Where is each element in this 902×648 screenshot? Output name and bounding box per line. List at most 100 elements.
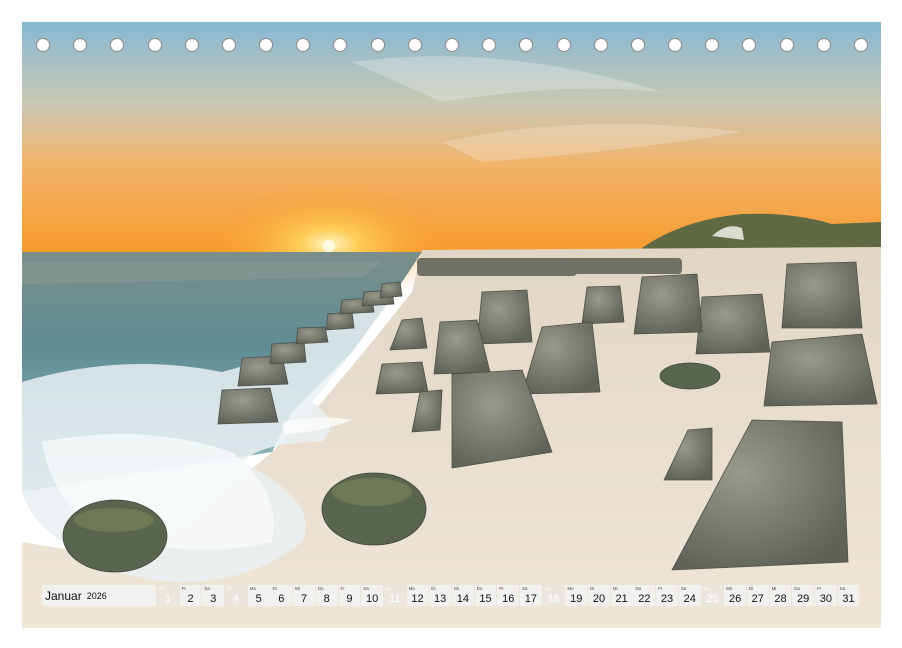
day-cell: Di 13 xyxy=(429,585,452,606)
day-cell: So 25 xyxy=(701,585,724,606)
day-number: 12 xyxy=(411,593,424,605)
binding-holes xyxy=(36,38,868,56)
weekday-abbr: So xyxy=(227,586,233,591)
day-number: 15 xyxy=(479,593,492,605)
binding-hole xyxy=(110,38,125,52)
weekday-abbr: So xyxy=(385,586,392,591)
weekday-abbr: Mo xyxy=(408,586,415,591)
day-cell: Sa 10 xyxy=(361,585,383,606)
binding-hole xyxy=(593,38,608,52)
day-cell: Do 8 xyxy=(315,585,338,606)
binding-hole xyxy=(259,38,274,52)
day-number: 28 xyxy=(774,593,787,605)
day-cell: Fr 9 xyxy=(338,585,361,606)
binding-hole xyxy=(556,38,571,52)
day-number: 23 xyxy=(660,593,674,605)
day-cell: Mi 14 xyxy=(451,585,474,606)
day-cell: Di 6 xyxy=(270,585,293,606)
day-number: 4 xyxy=(232,593,240,605)
weekday-abbr: Fr xyxy=(340,586,345,591)
day-number: 19 xyxy=(570,593,583,605)
day-cell: Fr 2 xyxy=(179,585,202,606)
day-cell: Fr 23 xyxy=(656,585,678,606)
weekday-abbr: Sa xyxy=(522,586,528,591)
day-cell: Di 20 xyxy=(588,585,610,606)
weekday-abbr: Sa xyxy=(839,586,846,591)
month-label-box: Januar 2026 xyxy=(42,585,156,606)
weekday-abbr: Mi xyxy=(771,586,777,591)
weekday-abbr: Do xyxy=(476,586,483,591)
day-number: 16 xyxy=(502,593,515,605)
binding-hole xyxy=(482,38,497,52)
binding-hole xyxy=(184,38,199,52)
day-cell: Do 15 xyxy=(474,585,497,606)
day-number: 24 xyxy=(683,593,696,605)
day-cell: Mi 28 xyxy=(769,585,792,606)
weekday-abbr: So xyxy=(544,586,551,591)
day-number: 11 xyxy=(389,593,401,605)
day-cell: Sa 24 xyxy=(678,585,701,606)
day-cell: Do 22 xyxy=(633,585,656,606)
day-cell: Mo 12 xyxy=(406,585,429,606)
weekday-abbr: Fr xyxy=(499,586,504,591)
day-number: 31 xyxy=(842,593,855,605)
binding-hole xyxy=(630,38,645,52)
binding-hole xyxy=(333,38,348,52)
weekday-abbr: Mo xyxy=(567,586,574,591)
day-cell: Do 29 xyxy=(792,585,815,606)
day-cell: Sa 17 xyxy=(520,585,542,606)
binding-hole xyxy=(73,38,88,52)
day-cell: Mo 19 xyxy=(565,585,588,606)
binding-hole xyxy=(816,38,831,52)
day-number: 8 xyxy=(323,593,330,605)
weekday-abbr: Mo xyxy=(726,586,733,591)
day-cell: Fr 30 xyxy=(814,585,837,606)
day-cell: So 11 xyxy=(383,585,406,606)
weekday-abbr: Fr xyxy=(816,586,822,591)
day-cell: Di 27 xyxy=(746,585,769,606)
day-cell: Mi 7 xyxy=(293,585,315,606)
weekday-abbr: Fr xyxy=(181,586,186,591)
day-cell: Mo 26 xyxy=(724,585,746,606)
binding-hole xyxy=(779,38,794,52)
day-cells: Do 1 Fr 2 Sa 3 So 4 Mo 5 Di 6 Mi 7 Do 8 Fr 9 Sa 10 So 11 Mo 12 D… xyxy=(157,585,860,606)
binding-hole xyxy=(742,38,757,52)
calendar-strip: Januar 2026 Do 1 Fr 2 Sa 3 So 4 Mo 5 Di 6 Mi 7 Do 8 Fr 9 S… xyxy=(42,585,860,606)
weekday-abbr: Di xyxy=(431,586,436,591)
binding-hole xyxy=(705,38,720,52)
day-number: 14 xyxy=(456,593,469,605)
day-cell: So 4 xyxy=(225,585,247,606)
weekday-abbr: Do xyxy=(635,586,642,591)
day-cell: Mi 21 xyxy=(610,585,633,606)
year: 2026 xyxy=(86,590,107,601)
day-number: 9 xyxy=(346,593,353,605)
weekday-abbr: Sa xyxy=(680,586,687,591)
binding-hole xyxy=(668,38,683,52)
weekday-abbr: Mo xyxy=(249,586,257,591)
weekday-abbr: Sa xyxy=(204,586,210,591)
binding-hole xyxy=(296,38,311,52)
binding-hole xyxy=(147,38,162,52)
month-name: Januar xyxy=(45,588,82,603)
day-number: 30 xyxy=(819,593,832,605)
day-cell: Sa 3 xyxy=(202,585,225,606)
day-number: 7 xyxy=(300,593,308,605)
binding-hole xyxy=(519,38,534,52)
binding-hole xyxy=(854,38,868,52)
day-cell: Mo 5 xyxy=(247,585,270,606)
weekday-abbr: Do xyxy=(794,586,801,591)
day-number: 13 xyxy=(434,593,447,605)
beach-sunset-photo xyxy=(22,22,881,628)
day-number: 26 xyxy=(728,593,742,605)
weekday-abbr: Di xyxy=(748,586,754,591)
day-number: 18 xyxy=(547,593,560,605)
binding-hole xyxy=(407,38,422,52)
day-number: 2 xyxy=(187,593,194,605)
day-cell: Sa 31 xyxy=(837,585,860,606)
weekday-abbr: Mi xyxy=(295,586,300,591)
day-number: 29 xyxy=(797,593,810,605)
weekday-abbr: Di xyxy=(590,586,595,591)
binding-hole xyxy=(36,38,50,52)
day-cell: Fr 16 xyxy=(497,585,520,606)
weekday-abbr: So xyxy=(703,586,710,591)
